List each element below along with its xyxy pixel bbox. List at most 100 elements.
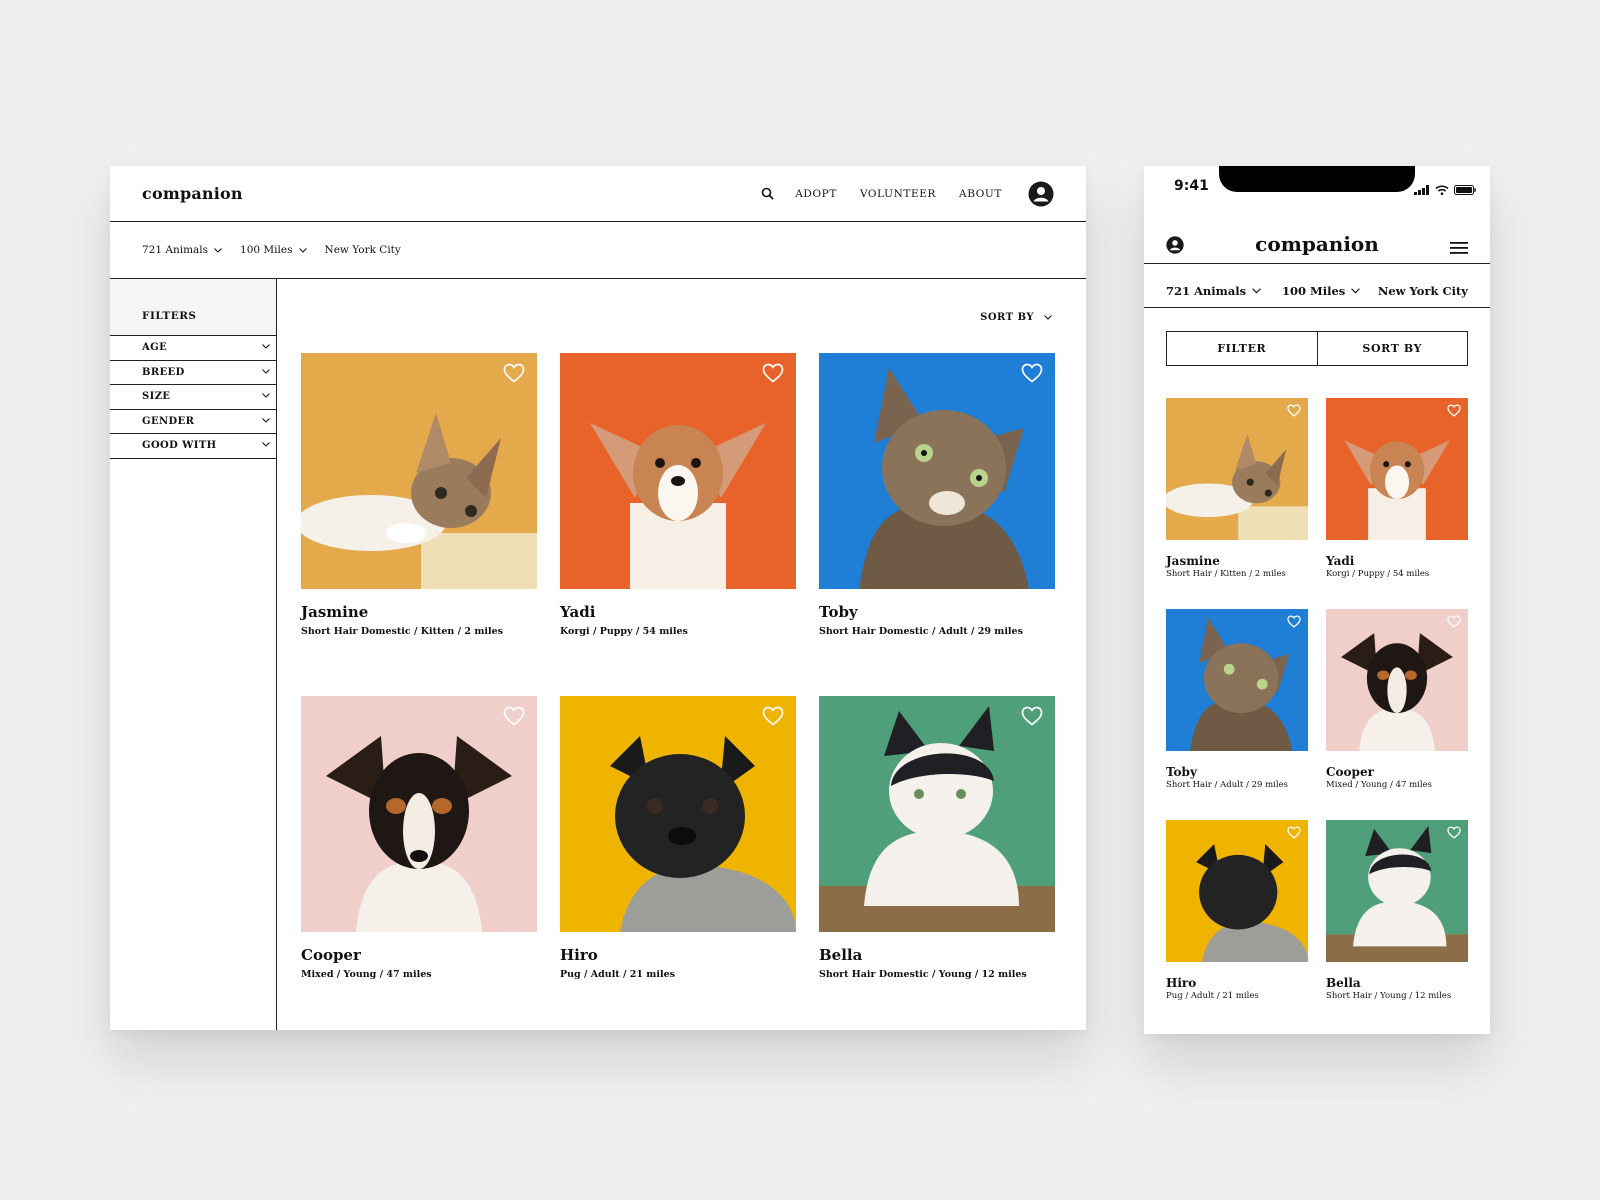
nav-volunteer[interactable]: VOLUNTEER (860, 188, 936, 200)
filter-breed[interactable]: BREED (110, 361, 276, 385)
pet-name[interactable]: Bella (1326, 976, 1468, 990)
pet-details: Short Hair / Kitten / 2 miles (1166, 569, 1286, 579)
pet-card-hiro[interactable]: Hiro Pug / Adult / 21 miles (1166, 820, 1308, 1001)
pet-details: Mixed / Young / 47 miles (1326, 780, 1433, 790)
distance-dropdown[interactable]: 100 Miles (240, 244, 307, 256)
chevron-down-icon (214, 247, 222, 253)
filter-label: AGE (142, 342, 168, 353)
distance-dropdown[interactable]: 100 Miles (1282, 284, 1361, 298)
chevron-down-icon (298, 247, 307, 253)
pet-name[interactable]: Jasmine (301, 603, 537, 621)
pet-card-cooper[interactable]: Cooper Mixed / Young / 47 miles (301, 696, 537, 980)
search-icon[interactable] (761, 187, 775, 201)
pet-name[interactable]: Yadi (560, 603, 796, 621)
filter-label: BREED (142, 366, 185, 378)
chevron-down-icon (262, 344, 270, 349)
city-selector[interactable]: New York City (1378, 284, 1468, 298)
hamburger-menu-icon[interactable] (1450, 239, 1468, 258)
favorite-heart-icon[interactable] (762, 706, 784, 726)
favorite-heart-icon[interactable] (762, 363, 784, 383)
pet-photo-bella[interactable] (1326, 820, 1468, 962)
pet-photo-yadi[interactable] (560, 353, 796, 589)
favorite-heart-icon[interactable] (1021, 363, 1043, 383)
nav-adopt[interactable]: ADOPT (795, 188, 837, 200)
mobile-location-bar: 721 Animals 100 Miles New York City (1144, 264, 1490, 308)
pet-card-toby[interactable]: Toby Short Hair Domestic / Adult / 29 mi… (819, 353, 1055, 637)
phone-notch (1219, 166, 1415, 192)
animals-count-dropdown[interactable]: 721 Animals (142, 244, 222, 256)
pet-card-jasmine[interactable]: Jasmine Short Hair / Kitten / 2 miles (1166, 398, 1308, 579)
pet-photo-hiro[interactable] (560, 696, 796, 932)
logo[interactable]: companion (1144, 232, 1490, 256)
favorite-heart-icon[interactable] (1021, 706, 1043, 726)
pet-card-cooper[interactable]: Cooper Mixed / Young / 47 miles (1326, 609, 1468, 790)
pet-name[interactable]: Toby (819, 603, 1055, 621)
favorite-heart-icon[interactable] (503, 363, 525, 383)
chevron-down-icon (1351, 288, 1361, 294)
pet-name[interactable]: Toby (1166, 765, 1308, 779)
favorite-heart-icon[interactable] (1287, 615, 1301, 628)
filter-button[interactable]: FILTER (1167, 332, 1317, 365)
location-bar: 721 Animals 100 Miles New York City (110, 222, 1086, 279)
pet-card-toby[interactable]: Toby Short Hair / Adult / 29 miles (1166, 609, 1308, 790)
pet-name[interactable]: Bella (819, 946, 1055, 964)
pet-card-hiro[interactable]: Hiro Pug / Adult / 21 miles (560, 696, 796, 980)
pet-details: Korgi / Puppy / 54 miles (1326, 569, 1430, 579)
nav-about[interactable]: ABOUT (959, 188, 1002, 200)
pet-name[interactable]: Yadi (1326, 554, 1468, 568)
favorite-heart-icon[interactable] (1447, 826, 1461, 839)
pet-name[interactable]: Cooper (301, 946, 537, 964)
favorite-heart-icon[interactable] (1447, 404, 1461, 417)
chevron-down-icon (262, 442, 270, 447)
status-icons (1414, 180, 1476, 199)
filter-label: SIZE (142, 391, 171, 402)
filter-gender[interactable]: GENDER (110, 410, 276, 434)
filter-age[interactable]: AGE (110, 336, 276, 361)
favorite-heart-icon[interactable] (503, 706, 525, 726)
pet-photo-hiro[interactable] (1166, 820, 1308, 962)
pet-card-jasmine[interactable]: Jasmine Short Hair Domestic / Kitten / 2… (301, 353, 537, 637)
pet-name[interactable]: Jasmine (1166, 554, 1308, 568)
pet-photo-toby[interactable] (1166, 609, 1308, 751)
pet-photo-cooper[interactable] (1326, 609, 1468, 751)
favorite-heart-icon[interactable] (1287, 826, 1301, 839)
mobile-view: 9:41 companion 721 Animals 100 Miles New… (1144, 166, 1490, 1034)
sort-by-dropdown[interactable]: SORT BY (980, 312, 1052, 323)
pet-photo-jasmine[interactable] (301, 353, 537, 589)
pet-card-bella[interactable]: Bella Short Hair / Young / 12 miles (1326, 820, 1468, 1001)
filter-size[interactable]: SIZE (110, 385, 276, 410)
pet-card-yadi[interactable]: Yadi Korgi / Puppy / 54 miles (1326, 398, 1468, 579)
pet-card-yadi[interactable]: Yadi Korgi / Puppy / 54 miles (560, 353, 796, 637)
filters-title: FILTERS (110, 279, 276, 336)
city-selector[interactable]: New York City (325, 244, 401, 256)
favorite-heart-icon[interactable] (1447, 615, 1461, 628)
pet-card-bella[interactable]: Bella Short Hair Domestic / Young / 12 m… (819, 696, 1055, 980)
battery-icon (1454, 180, 1476, 199)
pet-details: Korgi / Puppy / 54 miles (560, 626, 688, 637)
logo[interactable]: companion (142, 184, 243, 203)
sort-by-label: SORT BY (980, 312, 1034, 323)
account-avatar-icon[interactable] (1028, 181, 1054, 207)
pet-photo-bella[interactable] (819, 696, 1055, 932)
chevron-down-icon (262, 417, 270, 423)
pet-name[interactable]: Cooper (1326, 765, 1468, 779)
pet-photo-jasmine[interactable] (1166, 398, 1308, 540)
pet-details: Mixed / Young / 47 miles (301, 969, 432, 980)
mobile-header: companion (1144, 228, 1490, 264)
chevron-down-icon (262, 368, 270, 374)
sort-by-button[interactable]: SORT BY (1316, 332, 1468, 365)
desktop-header: companion ADOPT VOLUNTEER ABOUT (110, 166, 1086, 222)
filter-sort-bar: FILTER SORT BY (1166, 331, 1468, 366)
chevron-down-icon (1044, 315, 1052, 320)
pet-photo-toby[interactable] (819, 353, 1055, 589)
pet-details: Short Hair / Young / 12 miles (1326, 991, 1452, 1001)
pet-details: Short Hair Domestic / Adult / 29 miles (819, 626, 1023, 637)
filter-good-with[interactable]: GOOD WITH (110, 434, 276, 459)
animals-count-dropdown[interactable]: 721 Animals (1166, 284, 1261, 298)
pet-photo-yadi[interactable] (1326, 398, 1468, 540)
pet-photo-cooper[interactable] (301, 696, 537, 932)
pet-name[interactable]: Hiro (560, 946, 796, 964)
favorite-heart-icon[interactable] (1287, 404, 1301, 417)
filter-label: GENDER (142, 415, 195, 427)
pet-name[interactable]: Hiro (1166, 976, 1308, 990)
